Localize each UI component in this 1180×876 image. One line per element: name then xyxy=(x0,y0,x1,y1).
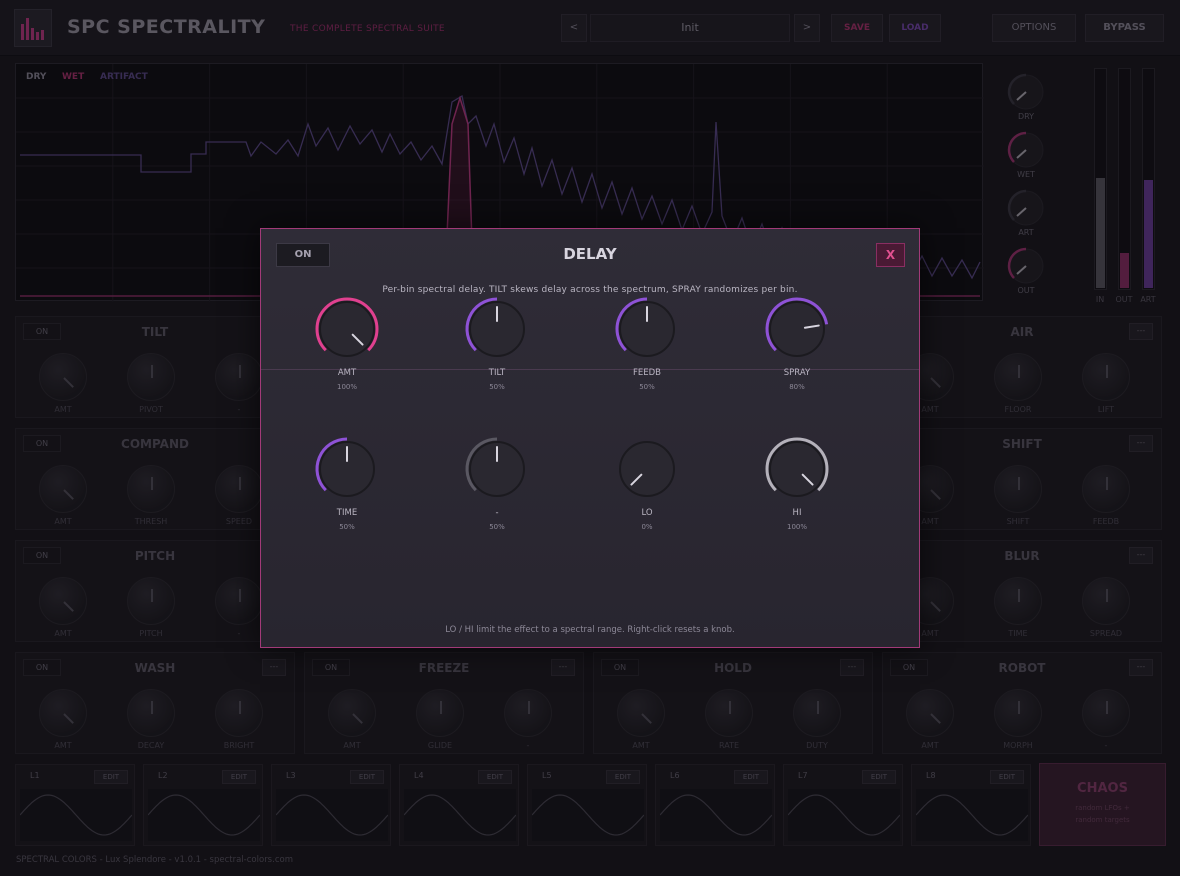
delay-knob-value: 50% xyxy=(339,523,355,531)
delay-knob-value: 50% xyxy=(489,523,505,531)
delay-modal: ON DELAY X Per-bin spectral delay. TILT … xyxy=(260,228,920,648)
delay-knob-feedb[interactable] xyxy=(612,294,682,364)
delay-knob-value: 80% xyxy=(789,383,805,391)
delay-knob-value: 50% xyxy=(639,383,655,391)
modal-close-button[interactable]: X xyxy=(876,243,905,267)
delay-knob-label: SPRAY xyxy=(783,368,811,378)
modal-title: DELAY xyxy=(563,245,617,263)
delay-knob-unused[interactable] xyxy=(462,434,532,504)
delay-knob-label: - xyxy=(495,508,499,518)
delay-knob-value: 100% xyxy=(336,383,357,391)
delay-knob-value: 0% xyxy=(641,523,653,531)
delay-knob-value: 50% xyxy=(489,383,505,391)
delay-knob-label: TILT xyxy=(488,368,506,378)
delay-knob-amt[interactable] xyxy=(312,294,382,364)
delay-knob-spray[interactable] xyxy=(762,294,832,364)
delay-knob-hi[interactable] xyxy=(762,434,832,504)
delay-knob-time[interactable] xyxy=(312,434,382,504)
delay-knob-tilt[interactable] xyxy=(462,294,532,364)
delay-knob-label: TIME xyxy=(336,508,358,518)
delay-knob-value: 100% xyxy=(786,523,807,531)
delay-knob-label: FEEDB xyxy=(632,368,661,378)
delay-knob-label: LO xyxy=(641,508,653,518)
delay-knob-label: HI xyxy=(792,508,802,518)
modal-hint: LO / HI limit the effect to a spectral r… xyxy=(445,625,735,635)
delay-knob-lo[interactable] xyxy=(612,434,682,504)
delay-knob-label: AMT xyxy=(337,368,357,378)
